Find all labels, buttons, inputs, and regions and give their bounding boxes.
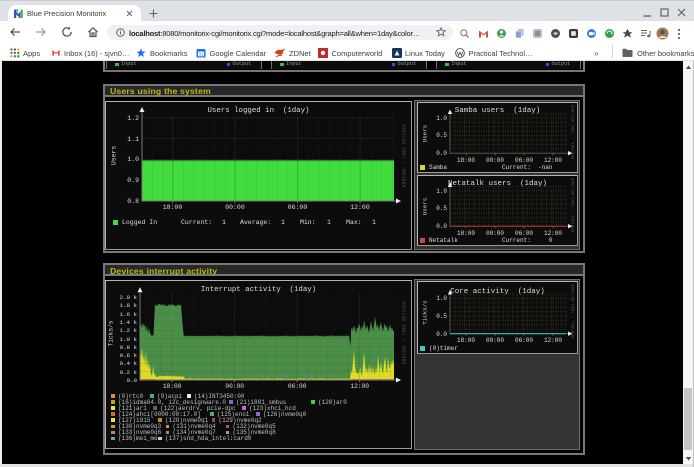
svg-text:31: 31 xyxy=(198,52,204,57)
